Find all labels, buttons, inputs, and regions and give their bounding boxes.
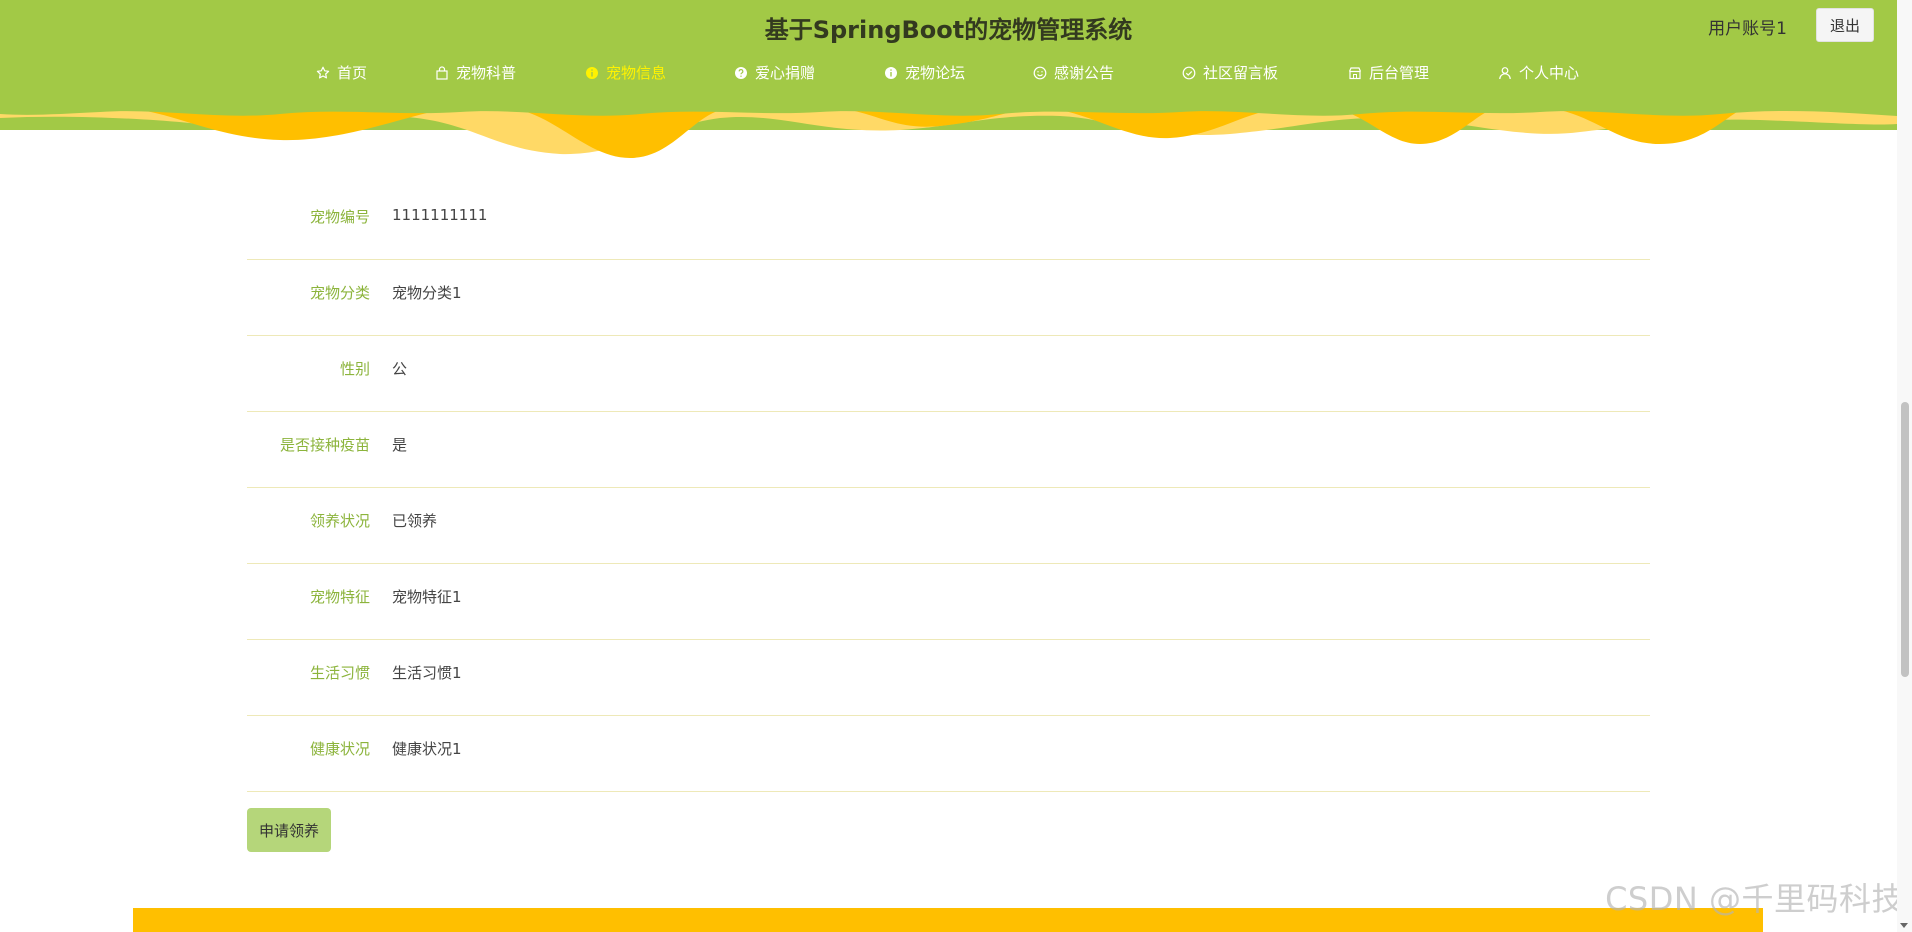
nav-item-label: 首页 bbox=[337, 64, 368, 82]
question-circle-icon bbox=[734, 66, 748, 80]
header-wave-decoration bbox=[0, 110, 1897, 158]
detail-value: 宠物特征1 bbox=[392, 588, 462, 606]
nav-item-forum[interactable]: 宠物论坛 bbox=[884, 62, 965, 83]
site-title: 基于SpringBoot的宠物管理系统 bbox=[764, 16, 1133, 44]
watermark: CSDN @千里码科技 bbox=[1605, 880, 1904, 918]
info-circle-icon bbox=[585, 66, 599, 80]
nav-item-label: 社区留言板 bbox=[1203, 64, 1279, 82]
detail-label: 性别 bbox=[339, 360, 370, 378]
nav-item-label: 个人中心 bbox=[1519, 64, 1580, 82]
shop-icon bbox=[1348, 66, 1362, 80]
scroll-down-arrow-icon[interactable] bbox=[1900, 923, 1908, 928]
detail-value: 是 bbox=[392, 436, 408, 454]
nav-item-pet-info[interactable]: 宠物信息 bbox=[585, 62, 666, 83]
footer-bar bbox=[133, 908, 1763, 932]
user-icon bbox=[1498, 66, 1512, 80]
detail-label: 宠物编号 bbox=[309, 208, 370, 226]
star-icon bbox=[316, 66, 330, 80]
detail-value: 健康状况1 bbox=[392, 740, 462, 758]
account-name: 用户账号1 bbox=[1708, 19, 1787, 39]
detail-value: 宠物分类1 bbox=[392, 284, 462, 302]
nav-item-message-board[interactable]: 社区留言板 bbox=[1182, 62, 1278, 83]
detail-label: 生活习惯 bbox=[309, 664, 370, 682]
nav-item-label: 宠物信息 bbox=[606, 64, 667, 82]
nav-item-thanks-notice[interactable]: 感谢公告 bbox=[1033, 62, 1114, 83]
detail-row-pet-category: 宠物分类 宠物分类1 bbox=[247, 260, 1650, 336]
detail-label: 宠物特征 bbox=[309, 588, 370, 606]
main-nav: 首页 宠物科普 宠物信息 爱心捐赠 宠物论坛 感谢公告 社区留言板 后台管理 个… bbox=[0, 62, 1897, 88]
apply-adoption-button[interactable]: 申请领养 bbox=[247, 808, 331, 852]
detail-label: 宠物分类 bbox=[309, 284, 370, 302]
bag-icon bbox=[435, 65, 449, 80]
detail-row-features: 宠物特征 宠物特征1 bbox=[247, 564, 1650, 640]
info-circle-icon bbox=[884, 66, 898, 80]
detail-value: 1111111111 bbox=[392, 206, 488, 224]
nav-item-home[interactable]: 首页 bbox=[316, 62, 367, 83]
detail-label: 领养状况 bbox=[309, 512, 370, 530]
detail-row-habits: 生活习惯 生活习惯1 bbox=[247, 640, 1650, 716]
check-circle-icon bbox=[1182, 66, 1196, 80]
nav-item-label: 爱心捐赠 bbox=[755, 64, 816, 82]
detail-value: 生活习惯1 bbox=[392, 664, 462, 682]
nav-item-label: 宠物论坛 bbox=[905, 64, 966, 82]
detail-row-adoption-status: 领养状况 已领养 bbox=[247, 488, 1650, 564]
detail-row-health: 健康状况 健康状况1 bbox=[247, 716, 1650, 792]
nav-item-donation[interactable]: 爱心捐赠 bbox=[734, 62, 815, 83]
nav-item-personal-center[interactable]: 个人中心 bbox=[1498, 62, 1579, 83]
smile-icon bbox=[1033, 66, 1047, 80]
detail-row-gender: 性别 公 bbox=[247, 336, 1650, 412]
nav-item-label: 感谢公告 bbox=[1054, 64, 1115, 82]
nav-item-pet-science[interactable]: 宠物科普 bbox=[435, 62, 516, 83]
page: 基于SpringBoot的宠物管理系统 用户账号1 退出 首页 宠物科普 宠物信 bbox=[0, 0, 1912, 932]
nav-item-label: 宠物科普 bbox=[456, 64, 517, 82]
nav-item-label: 后台管理 bbox=[1369, 64, 1430, 82]
vertical-scrollbar[interactable] bbox=[1897, 0, 1912, 932]
detail-value: 公 bbox=[392, 360, 408, 378]
detail-label: 健康状况 bbox=[309, 740, 370, 758]
detail-value: 已领养 bbox=[392, 512, 438, 530]
logout-button[interactable]: 退出 bbox=[1816, 8, 1874, 42]
pet-detail-table: 宠物编号 1111111111 宠物分类 宠物分类1 性别 公 是否接种疫苗 是… bbox=[247, 184, 1650, 792]
detail-row-pet-id: 宠物编号 1111111111 bbox=[247, 184, 1650, 260]
detail-label: 是否接种疫苗 bbox=[279, 436, 370, 454]
scrollbar-thumb[interactable] bbox=[1901, 402, 1909, 677]
detail-row-vaccinated: 是否接种疫苗 是 bbox=[247, 412, 1650, 488]
nav-item-admin[interactable]: 后台管理 bbox=[1348, 62, 1429, 83]
